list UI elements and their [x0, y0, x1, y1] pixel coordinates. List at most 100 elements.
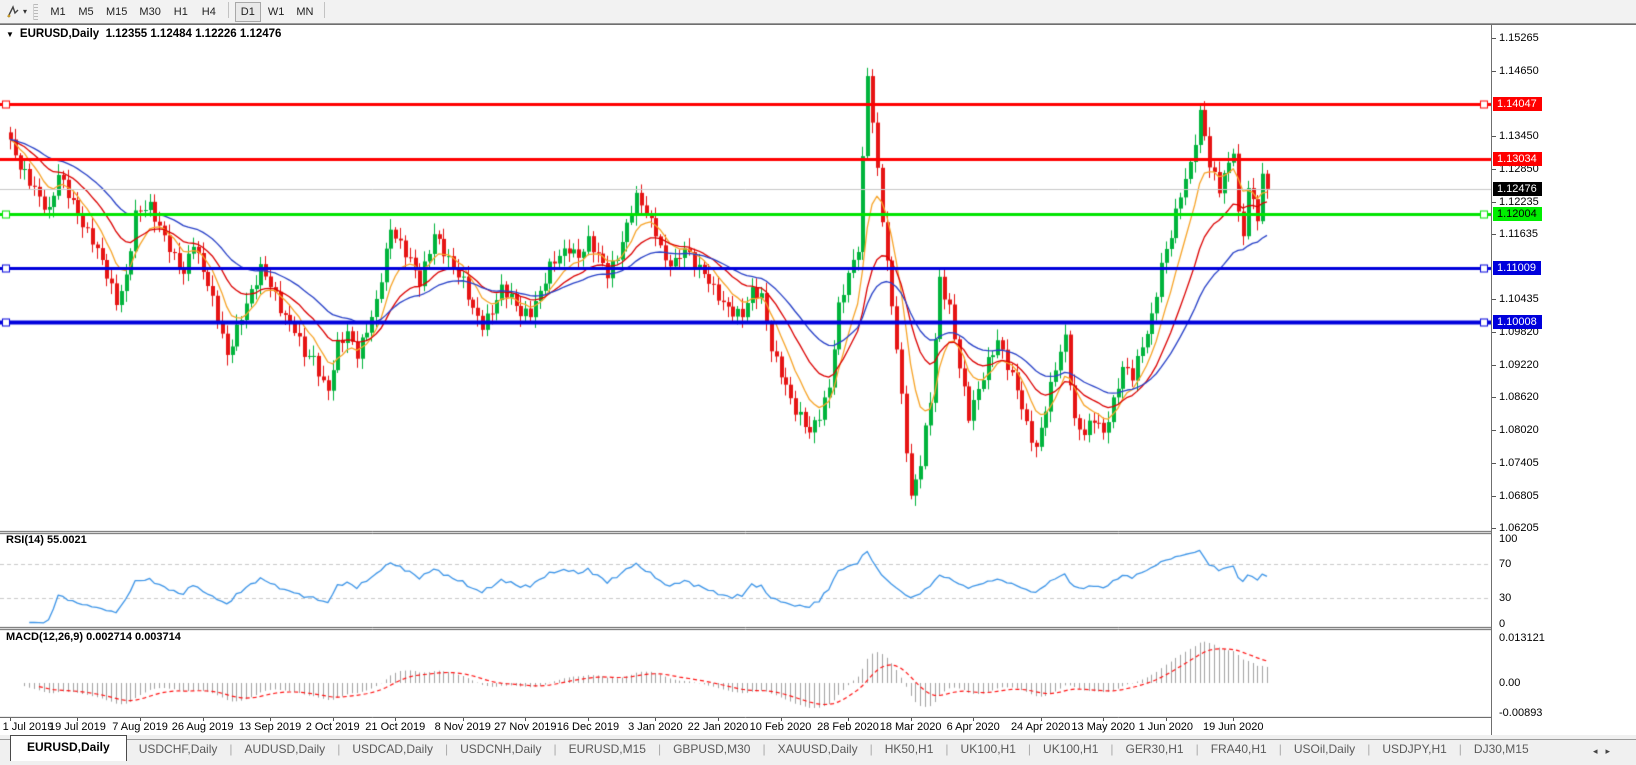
bottom-tab-hk50-h1[interactable]: HK50,H1 [873, 738, 946, 761]
price-tick-label: 1.08620 [1499, 391, 1539, 404]
rsi-axis-label: 30 [1499, 592, 1512, 604]
level-price-label-1-13034: 1.13034 [1493, 151, 1542, 166]
bottom-tab-eurusd-daily[interactable]: EURUSD,Daily [10, 735, 127, 761]
price-tick-label: 1.13450 [1499, 130, 1539, 143]
timeframe-button-m5[interactable]: M5 [73, 2, 99, 22]
bottom-tab-usdcad-daily[interactable]: USDCAD,Daily [340, 738, 445, 761]
bottom-tab-uk100-h1[interactable]: UK100,H1 [949, 738, 1028, 761]
bottom-tab-usdchf-daily[interactable]: USDCHF,Daily [127, 738, 230, 761]
price-tick-mark [1492, 429, 1496, 431]
price-tick-mark [1492, 38, 1496, 39]
price-tick-mark [1492, 397, 1496, 399]
date-label: 28 Feb 2020 [817, 721, 879, 733]
bottom-tab-bar: EURUSD,Daily USDCHF,Daily | AUDUSD,Daily | US… [0, 735, 1636, 765]
level-price-label-1-11009: 1.11009 [1493, 261, 1541, 276]
price-tick-mark [1492, 168, 1496, 170]
toolbar-separator [227, 2, 229, 19]
chart-ohlc-values: 1.12355 1.12484 1.12226 1.12476 [105, 28, 282, 40]
bottom-tab-ger30-h1[interactable]: GER30,H1 [1114, 738, 1196, 761]
chart-title: ▼ EURUSD,Daily 1.12355 1.12484 1.12226 1.… [6, 28, 281, 40]
date-label: 19 Jun 2020 [1202, 721, 1264, 733]
bottom-tab-usdcnh-daily[interactable]: USDCNH,Daily [448, 738, 553, 761]
price-tick-label: 1.07405 [1499, 457, 1539, 470]
price-tick-mark [1492, 495, 1496, 497]
chart-tabs: EURUSD,Daily USDCHF,Daily | AUDUSD,Daily | US… [10, 735, 1541, 761]
cursor-tool-glyph [7, 4, 19, 17]
timeframe-button-h1[interactable]: H1 [168, 2, 194, 22]
rsi-axis-label: 100 [1499, 532, 1518, 545]
price-tick-label: 1.11635 [1499, 228, 1538, 241]
price-tick-mark [1492, 332, 1496, 334]
macd-axis-label: 0.013121 [1499, 632, 1545, 645]
chart-symbol-period: EURUSD,Daily [19, 28, 100, 40]
bottom-tab-xauusd-daily[interactable]: XAUUSD,Daily [766, 738, 870, 761]
bottom-tab-dj30-m15[interactable]: DJ30,M15 [1462, 738, 1541, 761]
date-label: 27 Nov 2019 [494, 721, 557, 733]
dropdown-caret-icon[interactable]: ▾ [23, 7, 27, 16]
date-label: 19 Jul 2019 [48, 721, 106, 733]
bottom-tab-fra40-h1[interactable]: FRA40,H1 [1199, 738, 1279, 761]
tab-scroll-right-icon[interactable]: ▸ [1605, 746, 1618, 756]
toolbar: ▾ M1 M5 M15 M30 H1 H4 D1 W1 MN [0, 0, 1636, 24]
bottom-tab-gbpusd-m30[interactable]: GBPUSD,M30 [661, 738, 762, 761]
price-tick-label: 1.10435 [1499, 293, 1539, 306]
timeframe-button-m1[interactable]: M1 [45, 2, 71, 22]
cursor-tool-icon[interactable] [4, 3, 22, 21]
price-tick-label: 1.09220 [1499, 358, 1539, 371]
price-axis: 1.15265 1.14650 1.13450 1.12850 1.12235 1.116… [1491, 25, 1636, 736]
bottom-tab-eurusd-m15[interactable]: EURUSD,M15 [557, 738, 658, 761]
level-price-label-1-12004: 1.12004 [1493, 207, 1542, 222]
timeframe-button-h4[interactable]: H4 [196, 2, 222, 22]
rsi-axis-label: 0 [1499, 617, 1506, 630]
date-label: 1 Jul 2019 [2, 721, 54, 733]
level-price-label-1-14047: 1.14047 [1493, 96, 1542, 111]
price-tick-mark [1492, 234, 1496, 236]
price-tick-label: 1.15265 [1499, 32, 1539, 44]
price-tick-mark [1492, 136, 1496, 138]
timeframe-button-d1[interactable]: D1 [234, 1, 261, 22]
date-label: 13 Sep 2019 [238, 721, 302, 733]
timeframe-button-mn[interactable]: MN [291, 2, 318, 22]
timeframe-button-m15[interactable]: M15 [101, 2, 132, 22]
date-label: 16 Dec 2019 [556, 721, 620, 733]
chart-window: ▼ EURUSD,Daily 1.12355 1.12484 1.12226 1.… [0, 24, 1636, 736]
price-tick-mark [1492, 71, 1496, 73]
date-axis: 1 Jul 2019 19 Jul 2019 7 Aug 2019 26 Aug 20… [0, 718, 1491, 736]
price-tick-label: 1.06805 [1499, 489, 1539, 502]
rsi-indicator-label: RSI(14) 55.0021 [6, 534, 87, 546]
price-tick-mark [1492, 463, 1496, 465]
price-tick-mark [1492, 364, 1496, 366]
tab-scroll-left-icon[interactable]: ◂ [1593, 746, 1606, 756]
bottom-tab-audusd-daily[interactable]: AUDUSD,Daily [233, 738, 338, 761]
level-price-label-1-10008: 1.10008 [1493, 315, 1542, 330]
rsi-axis-label: 70 [1499, 558, 1512, 570]
price-chart-canvas[interactable] [0, 25, 1491, 718]
date-label: 2 Oct 2019 [305, 721, 360, 733]
price-tick-label: 1.14650 [1499, 65, 1539, 78]
bottom-tab-usdjpy-h1[interactable]: USDJPY,H1 [1370, 738, 1458, 761]
macd-axis-label: 0.00 [1499, 677, 1521, 689]
date-label: 7 Aug 2019 [112, 721, 168, 733]
timeframe-button-w1[interactable]: W1 [263, 2, 290, 22]
date-label: 3 Jan 2020 [628, 721, 683, 733]
date-label: 10 Feb 2020 [749, 721, 812, 733]
date-label: 18 Mar 2020 [879, 721, 942, 733]
date-label: 1 Jun 2020 [1138, 721, 1194, 733]
date-label: 24 Apr 2020 [1010, 721, 1071, 733]
macd-indicator-label: MACD(12,26,9) 0.002714 0.003714 [6, 631, 181, 643]
date-label: 26 Aug 2019 [171, 721, 234, 733]
tab-scroll-arrows: ◂▸ [1593, 746, 1618, 757]
chart-dropdown-icon[interactable]: ▼ [6, 30, 14, 39]
price-tick-label: 1.08020 [1499, 423, 1539, 436]
timeframe-button-m30[interactable]: M30 [134, 2, 165, 22]
date-label: 6 Apr 2020 [946, 721, 1000, 733]
macd-axis-label: -0.00893 [1499, 707, 1543, 720]
timeframe-toolbar: M1 M5 M15 M30 H1 H4 D1 W1 MN [44, 1, 330, 22]
bottom-tab-usoil-daily[interactable]: USOil,Daily [1282, 738, 1367, 761]
bottom-tab-uk100-h1[interactable]: UK100,H1 [1031, 738, 1110, 761]
date-label: 8 Nov 2019 [434, 721, 491, 733]
toolbar-grip[interactable] [33, 3, 39, 20]
price-tick-mark [1492, 299, 1496, 301]
toolbar-separator [324, 2, 326, 19]
price-tick-label: 1.12235 [1499, 195, 1539, 208]
